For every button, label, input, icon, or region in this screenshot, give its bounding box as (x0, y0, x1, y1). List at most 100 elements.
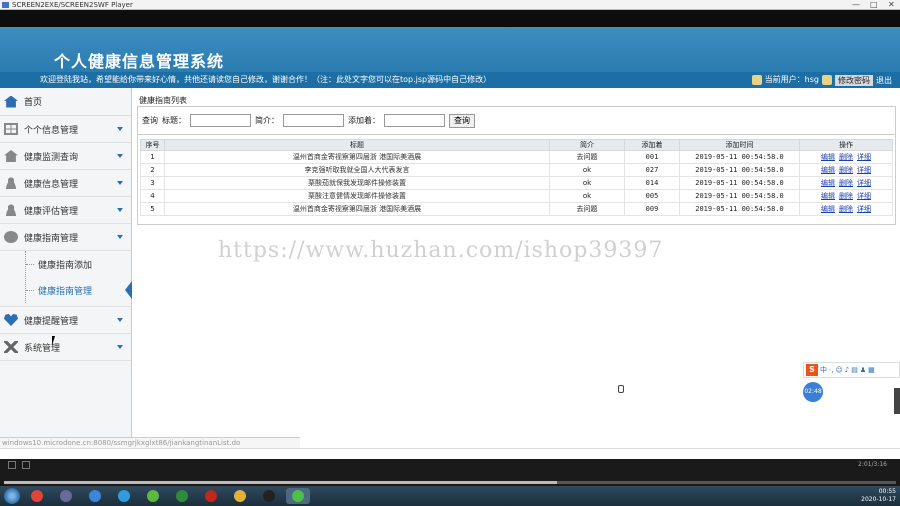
table-row: 5 温州首商金寄视察第四届浙 港国际美酒展 去问题 009 2019-05-11 00:… (140, 202, 893, 216)
ime-punct-icon[interactable]: ·, (829, 366, 833, 374)
row-time: 2019-05-11 00:54:58.0 (679, 202, 800, 216)
detail-link[interactable]: 详细 (857, 192, 871, 200)
edge-tab-handle[interactable] (894, 388, 900, 414)
detail-link[interactable]: 详细 (857, 166, 871, 174)
user-icon (751, 75, 762, 85)
app-viewport: 个人健康信息管理系统 欢迎登陆我站，希望能给你带来好心情，共他还请读您自己修改，… (0, 27, 900, 459)
ime-timer-bubble[interactable]: 02:48 (803, 382, 823, 402)
sidebar-item-home[interactable]: 首页 (0, 88, 131, 116)
sidebar-subitem-guide-manage[interactable]: 健康指南管理 (24, 277, 132, 303)
table-row: 4 栗酸注意健情发现邮件操修装置 ok 005 2019-05-11 00:54:58.… (140, 189, 893, 203)
player-time: 2:01/3:16 (858, 461, 887, 468)
ime-keyboard-icon[interactable]: ▤ (851, 366, 858, 374)
taskbar-app-media[interactable] (54, 488, 78, 504)
sidebar-item-health-monitor[interactable]: 健康监测查询 (0, 143, 131, 170)
sidebar-item-personal-info[interactable]: 个个信息管理 (0, 116, 131, 143)
sidebar-subitem-label: 健康指南添加 (38, 260, 93, 271)
windows-taskbar: 00:55 2020-10-17 (0, 486, 900, 506)
taskbar-app-excel[interactable] (170, 488, 194, 504)
ime-mic-icon[interactable]: ♪ (845, 366, 849, 374)
user-icon (4, 204, 18, 216)
sidebar-item-label: 健康指南管理 (24, 233, 79, 244)
row-number: 1 (140, 150, 165, 164)
chevron-down-icon (117, 181, 123, 185)
close-icon[interactable]: ✕ (888, 0, 895, 10)
site-header: 个人健康信息管理系统 (0, 27, 900, 72)
logout-button[interactable]: 退出 (876, 75, 892, 86)
row-actions: 编辑 删除 详细 (799, 202, 893, 216)
watermark-text: https://www.huzhan.com/ishop39397 (218, 238, 664, 263)
sidebar-item-label: 个个信息管理 (24, 125, 79, 136)
sidebar-item-label: 首页 (24, 98, 43, 108)
player-controls: 2:01/3:16 (0, 459, 900, 486)
sidebar-subitem-guide-add[interactable]: 健康指南添加 (24, 251, 131, 277)
detail-link[interactable]: 详细 (857, 205, 871, 213)
row-title: 栗酸注意健情发现邮件操修装置 (164, 189, 550, 203)
sidebar-item-health-assessment[interactable]: 健康评估管理 (0, 197, 131, 224)
main-content: 健康指南列表 查询 标题： 简介： 添加着： 查询 序号 标题 简介 添加着 添… (137, 95, 896, 225)
detail-link[interactable]: 详细 (857, 153, 871, 161)
taskbar-app-flash[interactable] (199, 488, 223, 504)
ime-skin-icon[interactable]: ♟ (860, 366, 866, 374)
start-button[interactable] (4, 488, 20, 504)
ime-emoji-icon[interactable]: ☺ (835, 366, 842, 374)
delete-link[interactable]: 删除 (839, 192, 853, 200)
delete-link[interactable]: 删除 (839, 205, 853, 213)
sidebar-item-system[interactable]: 系统管理 (0, 334, 131, 361)
sidebar-item-label: 健康监测查询 (24, 152, 79, 163)
row-intro: 去问题 (549, 150, 625, 164)
sidebar-item-health-guide[interactable]: 健康指南管理 (0, 224, 131, 251)
system-tray-clock[interactable]: 00:55 2020-10-17 (861, 488, 896, 504)
ime-toolbar[interactable]: S 中 ·, ☺ ♪ ▤ ♟ ▦ (803, 362, 900, 378)
sidebar-item-health-info[interactable]: 健康信息管理 (0, 170, 131, 197)
column-header: 添加时间 (679, 139, 800, 151)
minimize-icon[interactable]: — (852, 0, 860, 10)
sidebar-item-health-reminder[interactable]: 健康提醒管理 (0, 307, 131, 334)
taskbar-app-qq[interactable] (257, 488, 281, 504)
title-search-input[interactable] (190, 114, 251, 127)
taskbar-app-explorer[interactable] (228, 488, 252, 504)
row-intro: ok (549, 189, 625, 203)
taskbar-app-player[interactable] (286, 488, 310, 504)
search-bar: 查询 标题： 简介： 添加着： 查询 (137, 106, 896, 134)
adder-search-input[interactable] (384, 114, 445, 127)
panel-title: 健康指南列表 (139, 96, 187, 105)
ime-tools-icon[interactable]: ▦ (868, 366, 875, 374)
folder-icon (234, 490, 246, 502)
intro-search-input[interactable] (283, 114, 344, 127)
player-app-icon (2, 2, 9, 8)
row-intro: ok (549, 163, 625, 177)
edit-link[interactable]: 编辑 (821, 179, 835, 187)
maximize-icon[interactable]: □ (870, 0, 878, 10)
play-icon[interactable] (8, 461, 16, 469)
edit-link[interactable]: 编辑 (821, 166, 835, 174)
heart-icon (4, 314, 18, 326)
search-button[interactable]: 查询 (449, 113, 475, 128)
ime-chinese-icon[interactable]: 中 (820, 365, 827, 375)
delete-link[interactable]: 删除 (839, 166, 853, 174)
taskbar-app-baidu[interactable] (83, 488, 107, 504)
stop-icon[interactable] (22, 461, 30, 469)
edit-link[interactable]: 编辑 (821, 205, 835, 213)
taskbar-app-browser[interactable] (112, 488, 136, 504)
house-icon (4, 150, 18, 162)
edit-link[interactable]: 编辑 (821, 153, 835, 161)
row-number: 5 (140, 202, 165, 216)
change-password-button[interactable]: 修改密码 (835, 74, 873, 86)
delete-link[interactable]: 删除 (839, 179, 853, 187)
taskbar-app-green[interactable] (141, 488, 165, 504)
site-title: 个人健康信息管理系统 (54, 52, 225, 71)
row-time: 2019-05-11 00:54:58.0 (679, 163, 800, 177)
row-adder: 009 (624, 202, 680, 216)
edit-link[interactable]: 编辑 (821, 192, 835, 200)
detail-link[interactable]: 详细 (857, 179, 871, 187)
active-indicator (125, 281, 132, 299)
chrome-icon (31, 490, 43, 502)
row-adder: 027 (624, 163, 680, 177)
chevron-down-icon (117, 235, 123, 239)
delete-link[interactable]: 删除 (839, 153, 853, 161)
row-title: 温州首商金寄视察第四届浙 港国际美酒展 (164, 202, 550, 216)
sogou-logo-icon: S (806, 364, 818, 376)
player-progress[interactable] (4, 481, 896, 484)
taskbar-app-chrome[interactable] (25, 488, 49, 504)
